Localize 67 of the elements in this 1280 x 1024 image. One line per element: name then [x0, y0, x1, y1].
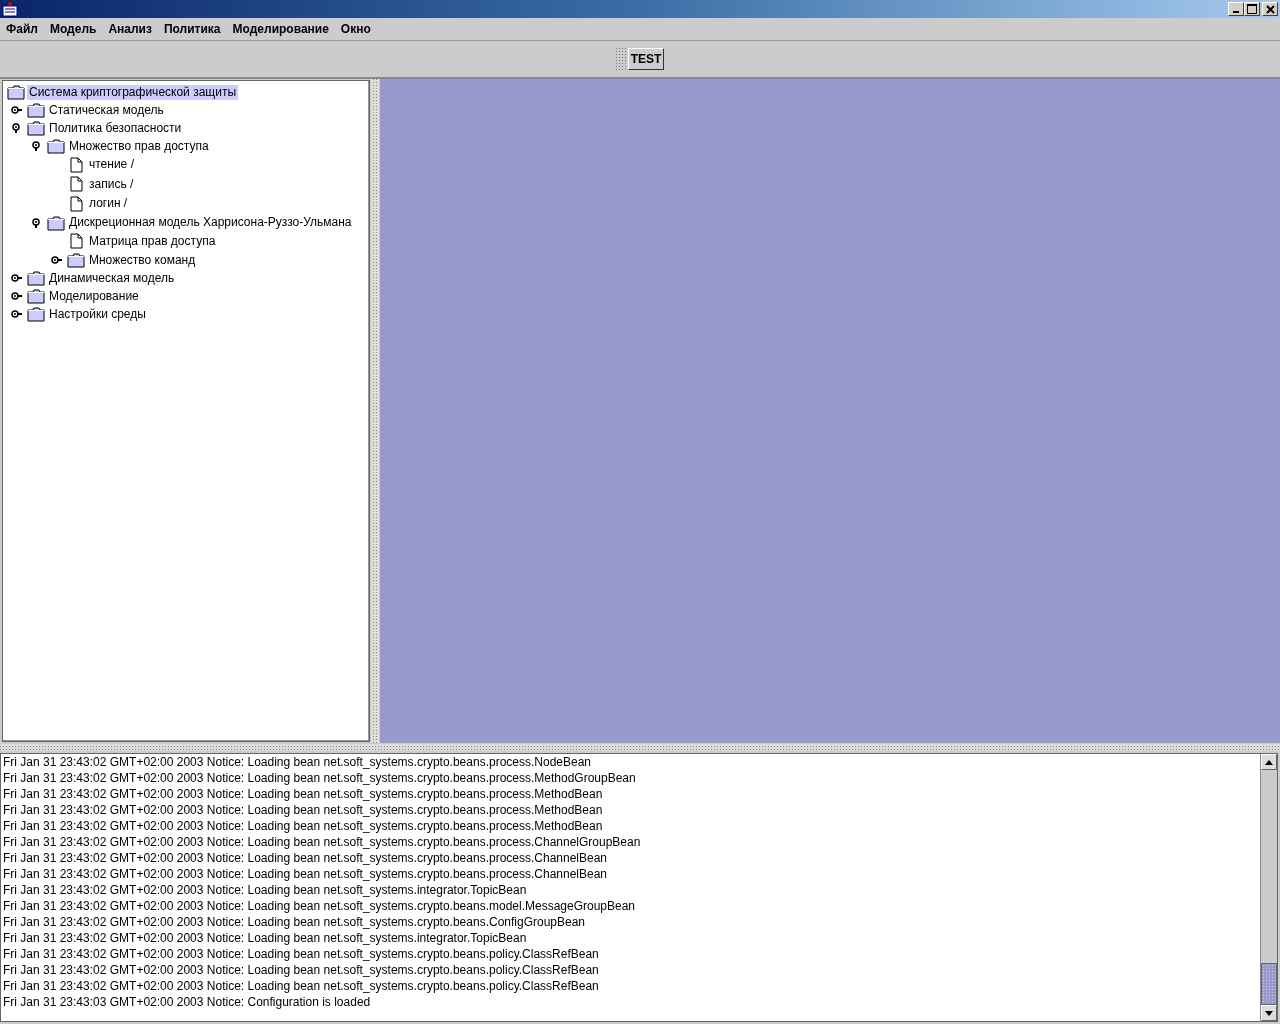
tree-item[interactable]: Моделирование: [47, 288, 141, 304]
close-icon: [1265, 4, 1275, 14]
down-arrow-icon: [1265, 1010, 1273, 1016]
minimize-button[interactable]: [1228, 2, 1244, 16]
log-line: Fri Jan 31 23:43:02 GMT+02:00 2003 Notice: Loading bean net.soft_systems.crypto.beans.process.ChannelGroupBean: [3, 834, 642, 850]
tree-item[interactable]: Статическая модель: [47, 102, 166, 118]
log-line: Fri Jan 31 23:43:03 GMT+02:00 2003 Notice: Configuration is loaded: [3, 994, 372, 1010]
splitter[interactable]: [370, 79, 380, 743]
test-button[interactable]: TEST: [627, 48, 665, 70]
expand-toggle-icon[interactable]: [50, 255, 64, 265]
document-icon: [67, 233, 85, 250]
expand-toggle-icon[interactable]: [10, 273, 24, 283]
log-line: Fri Jan 31 23:43:02 GMT+02:00 2003 Notice: Loading bean net.soft_systems.crypto.beans.policy.ClassRefBean: [3, 962, 600, 978]
document-icon: [67, 156, 85, 173]
up-arrow-icon: [1265, 759, 1273, 765]
tree-item[interactable]: Множество прав доступа: [67, 138, 211, 154]
scrollbar[interactable]: [1260, 754, 1277, 1021]
menu-item[interactable]: Модель: [43, 22, 103, 36]
menu-item[interactable]: Политика: [157, 22, 227, 36]
scrollbar-thumb[interactable]: [1261, 963, 1277, 1005]
log-line: Fri Jan 31 23:43:02 GMT+02:00 2003 Notice: Loading bean net.soft_systems.crypto.beans.policy.ClassRefBean: [3, 946, 600, 962]
folder-icon: [27, 102, 45, 118]
expand-toggle-icon[interactable]: [10, 309, 24, 319]
folder-icon: [47, 214, 65, 231]
menu-item[interactable]: Файл: [0, 22, 44, 36]
tree-item[interactable]: Матрица прав доступа: [87, 233, 218, 249]
menu-item[interactable]: Анализ: [102, 22, 158, 36]
folder-icon: [27, 120, 45, 136]
log-line: Fri Jan 31 23:43:02 GMT+02:00 2003 Notice: Loading bean net.soft_systems.crypto.beans.process.MethodBean: [3, 786, 604, 802]
log-line: Fri Jan 31 23:43:02 GMT+02:00 2003 Notice: Loading bean net.soft_systems.crypto.beans.process.ChannelBean: [3, 866, 609, 882]
menu-item[interactable]: Моделирование: [226, 22, 335, 36]
tree-item[interactable]: логин /: [87, 196, 130, 212]
scroll-down-button[interactable]: [1261, 1005, 1277, 1021]
tree-item[interactable]: чтение /: [87, 157, 136, 173]
log-line: Fri Jan 31 23:43:02 GMT+02:00 2003 Notice: Loading bean net.soft_systems.integrator.TopicBean: [3, 930, 528, 946]
expand-toggle-icon[interactable]: [10, 291, 24, 301]
log-line: Fri Jan 31 23:43:02 GMT+02:00 2003 Notice: Loading bean net.soft_systems.crypto.beans.process.MethodBean: [3, 802, 604, 818]
tree-item[interactable]: Множество команд: [87, 252, 198, 268]
log-line: Fri Jan 31 23:43:02 GMT+02:00 2003 Notice: Loading bean net.soft_systems.crypto.beans.process.MethodGroupBean: [3, 770, 637, 786]
log-line: Fri Jan 31 23:43:02 GMT+02:00 2003 Notice: Loading bean net.soft_systems.crypto.beans.policy.ClassRefBean: [3, 978, 600, 994]
folder-icon: [27, 306, 45, 322]
folder-icon: [7, 84, 25, 100]
expand-toggle-icon[interactable]: [10, 105, 24, 115]
close-button[interactable]: [1262, 2, 1278, 16]
log-line: Fri Jan 31 23:43:02 GMT+02:00 2003 Notice: Loading bean net.soft_systems.crypto.beans.model.MessageGroupBean: [3, 898, 637, 914]
log-line: Fri Jan 31 23:43:02 GMT+02:00 2003 Notice: Loading bean net.soft_systems.crypto.beans.process.NodeBean: [3, 754, 593, 770]
log-line: Fri Jan 31 23:43:02 GMT+02:00 2003 Notice: Loading bean net.soft_systems.crypto.beans.ConfigGroupBean: [3, 914, 587, 930]
log-line: Fri Jan 31 23:43:02 GMT+02:00 2003 Notice: Loading bean net.soft_systems.crypto.beans.process.MethodBean: [3, 818, 604, 834]
maximize-button[interactable]: [1244, 2, 1260, 16]
maximize-icon: [1247, 4, 1257, 14]
tree-item[interactable]: запись /: [87, 176, 136, 192]
log-line: Fri Jan 31 23:43:02 GMT+02:00 2003 Notice: Loading bean net.soft_systems.crypto.beans.process.ChannelBean: [3, 850, 609, 866]
tree-item[interactable]: Политика безопасности: [47, 120, 184, 136]
folder-icon: [67, 252, 85, 268]
tree-item[interactable]: Система криптографической защиты: [27, 84, 239, 100]
scroll-up-button[interactable]: [1261, 754, 1277, 770]
document-icon: [67, 176, 85, 193]
folder-icon: [27, 288, 45, 304]
folder-icon: [47, 138, 65, 154]
folder-icon: [27, 270, 45, 286]
app-icon: [2, 1, 18, 17]
tree-item[interactable]: Динамическая модель: [47, 270, 177, 286]
document-icon: [67, 195, 85, 212]
tree-item[interactable]: Дискреционная модель Харрисона-Руззо-Ульмана: [67, 215, 354, 230]
menu-item[interactable]: Окно: [334, 22, 377, 36]
tree-item[interactable]: Настройки среды: [47, 306, 148, 322]
log-line: Fri Jan 31 23:43:02 GMT+02:00 2003 Notice: Loading bean net.soft_systems.integrator.TopicBean: [3, 882, 528, 898]
